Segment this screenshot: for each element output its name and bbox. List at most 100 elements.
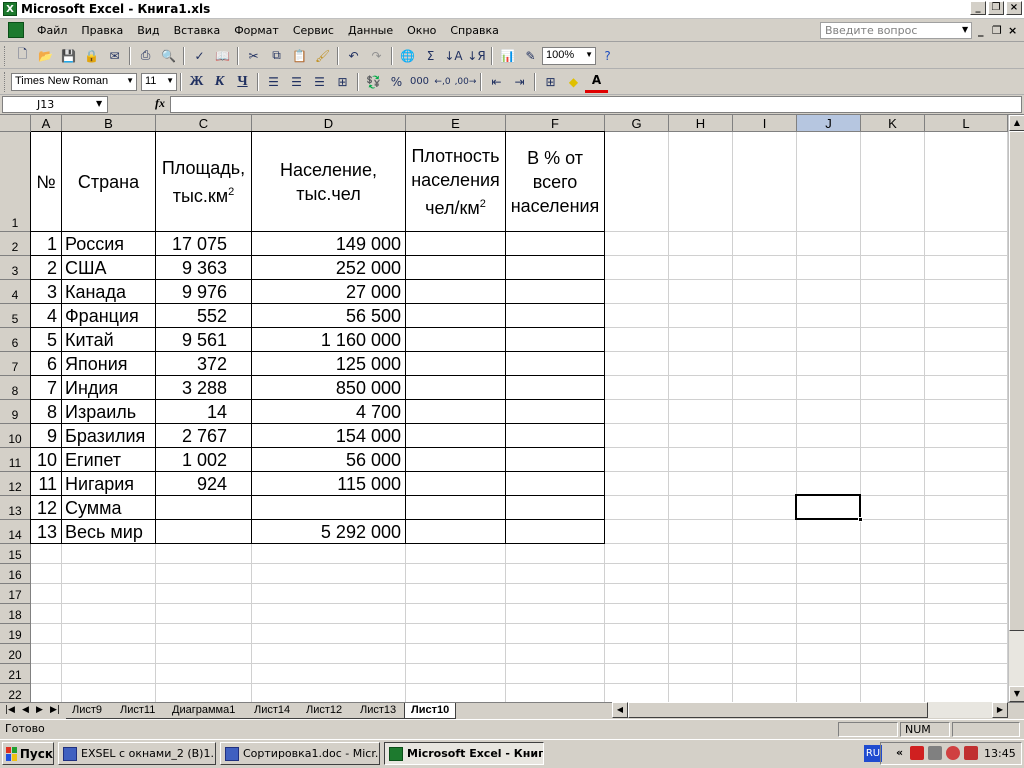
cell-num[interactable]: 2 [31,256,61,279]
italic-button[interactable]: К [208,71,231,93]
undo-icon[interactable]: ↶ [342,45,365,67]
first-sheet-icon[interactable]: |◀ [5,705,15,715]
cell-country[interactable]: США [62,256,155,279]
row-header-6[interactable]: 6 [0,328,31,352]
cell-population[interactable]: 115 000 [252,472,405,495]
row-header-2[interactable]: 2 [0,232,31,256]
formula-input[interactable] [170,96,1022,113]
fill-handle[interactable] [858,517,863,522]
column-header-b[interactable]: B [62,115,156,132]
row-header-21[interactable]: 21 [0,664,31,684]
research-icon[interactable]: 📖 [211,45,234,67]
cell-population[interactable]: 56 000 [252,448,405,471]
select-all-corner[interactable] [0,115,31,132]
sheet-tab-1[interactable]: Лист9 [66,703,114,719]
row-header-3[interactable]: 3 [0,256,31,280]
cell-population[interactable]: 850 000 [252,376,405,399]
header-cell-num[interactable]: № [31,132,61,231]
cell-area[interactable] [156,520,251,543]
cell-population[interactable]: 5 292 000 [252,520,405,543]
autosum-icon[interactable]: Σ [419,45,442,67]
column-header-l[interactable]: L [925,115,1008,132]
network-icon[interactable] [928,746,942,760]
cell-country[interactable]: Весь мир [62,520,155,543]
percent-button[interactable]: % [385,71,408,93]
cell-num[interactable]: 1 [31,232,61,255]
menu-window[interactable]: Окно [400,24,443,37]
function-icon[interactable]: fx [155,96,165,111]
cell-country[interactable]: Сумма [62,496,155,519]
row-header-19[interactable]: 19 [0,624,31,644]
column-header-i[interactable]: I [733,115,797,132]
sheet-tab-2[interactable]: Лист11 [114,703,166,719]
align-right-icon[interactable]: ☰ [308,71,331,93]
cell-country[interactable]: Россия [62,232,155,255]
sheet-tab-5[interactable]: Лист12 [300,703,354,719]
zoom-select[interactable]: 100% ▼ [542,46,596,65]
cell-num[interactable]: 10 [31,448,61,471]
sort-descending-icon[interactable]: ↓Я [465,45,488,67]
format-painter-icon[interactable]: 🖌 [311,45,334,67]
task-sort-doc[interactable]: Сортировка1.doc - Micr... [220,742,380,765]
menu-tools[interactable]: Сервис [286,24,341,37]
cell-country[interactable]: Египет [62,448,155,471]
cut-icon[interactable]: ✂ [242,45,265,67]
borders-icon[interactable]: ⊞ [539,71,562,93]
name-box[interactable]: J13 [2,96,108,113]
cell-population[interactable]: 4 700 [252,400,405,423]
column-header-g[interactable]: G [605,115,669,132]
increase-decimal-icon[interactable]: ←,0 [431,71,454,93]
scroll-down-icon[interactable]: ▼ [1009,686,1024,702]
cell-num[interactable]: 4 [31,304,61,327]
tray-expand-icon[interactable]: « [896,746,903,759]
close-button[interactable]: × [1006,1,1022,15]
scroll-left-icon[interactable]: ◀ [612,702,628,718]
row-header-17[interactable]: 17 [0,584,31,604]
copy-icon[interactable]: ⧉ [265,45,288,67]
row-header-7[interactable]: 7 [0,352,31,376]
doc-minimize-button[interactable]: _ [978,24,984,37]
scroll-right-icon[interactable]: ▶ [992,702,1008,718]
row-header-1[interactable]: 1 [0,132,31,232]
menu-format[interactable]: Формат [227,24,286,37]
cell-num[interactable]: 3 [31,280,61,303]
spreadsheet-grid[interactable]: A B C D E F G H I J K L 1 2 3 4 5 6 7 8 9 10 11 12 13 14 15 16 17 18 1… [0,115,1008,702]
cell-num[interactable]: 11 [31,472,61,495]
cell-area[interactable]: 2 767 [156,424,251,447]
underline-button[interactable]: Ч [231,71,254,93]
menu-edit[interactable]: Правка [74,24,130,37]
antivirus-icon[interactable] [910,746,924,760]
decrease-decimal-icon[interactable]: ,00→ [454,71,477,93]
column-header-c[interactable]: C [156,115,252,132]
open-folder-icon[interactable]: 📂 [34,45,57,67]
vertical-scroll-thumb[interactable] [1009,131,1024,631]
email-icon[interactable]: ✉ [103,45,126,67]
sheet-tab-4[interactable]: Лист14 [248,703,300,719]
cell-population[interactable]: 56 500 [252,304,405,327]
cell-country[interactable]: Япония [62,352,155,375]
last-sheet-icon[interactable]: ▶| [50,705,60,715]
column-header-f[interactable]: F [506,115,605,132]
row-header-16[interactable]: 16 [0,564,31,584]
help-dropdown-icon[interactable]: ▼ [962,25,968,34]
header-cell-area[interactable]: Площадь, тыс.км2 [156,132,251,231]
cell-population[interactable] [252,496,405,519]
menu-file[interactable]: Файл [30,24,74,37]
bold-button[interactable]: Ж [185,71,208,93]
new-file-icon[interactable]: 🗋 [11,45,34,67]
restore-button[interactable]: ❐ [988,1,1004,15]
fill-color-icon[interactable]: ◆ [562,71,585,93]
cell-area[interactable] [156,496,251,519]
row-header-18[interactable]: 18 [0,604,31,624]
row-header-4[interactable]: 4 [0,280,31,304]
cell-country[interactable]: Нигария [62,472,155,495]
task-exsel-doc[interactable]: EXSEL с окнами_2 (B)1.... [58,742,216,765]
permission-icon[interactable]: 🔒 [80,45,103,67]
row-header-5[interactable]: 5 [0,304,31,328]
doc-restore-button[interactable]: ❐ [992,24,1002,37]
chart-wizard-icon[interactable]: 📊 [496,45,519,67]
cell-num[interactable]: 5 [31,328,61,351]
cell-area[interactable]: 14 [156,400,251,423]
cell-area[interactable]: 924 [156,472,251,495]
header-cell-country[interactable]: Страна [62,132,155,231]
